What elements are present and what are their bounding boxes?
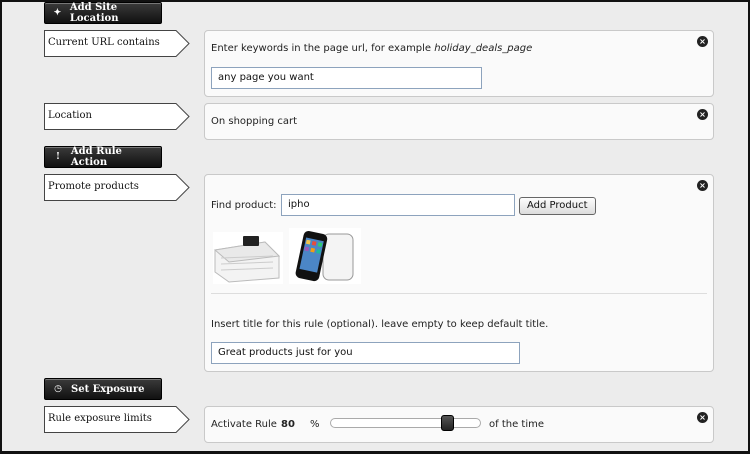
section-title: Add Rule Action: [70, 146, 122, 168]
rule-title-input[interactable]: Great products just for you: [211, 342, 520, 364]
promote-rule-panel: × Find product: ipho Add Product Insert …: [204, 174, 714, 372]
exposure-percent-value: 80: [281, 419, 295, 430]
section-header-exposure: ◷ Set Exposure: [44, 378, 162, 400]
section-header-rule-action: ! Add Rule Action: [44, 146, 162, 168]
product-search-input[interactable]: ipho: [281, 194, 515, 216]
close-icon[interactable]: ×: [697, 109, 708, 120]
clock-icon: ◷: [54, 384, 62, 394]
close-icon[interactable]: ×: [697, 180, 708, 191]
add-product-button[interactable]: Add Product: [519, 197, 596, 215]
exposure-suffix: of the time: [489, 419, 544, 430]
find-product-label: Find product:: [211, 200, 277, 211]
location-value[interactable]: On shopping cart: [211, 116, 297, 127]
section-title: Set Exposure: [71, 383, 145, 395]
exposure-rule-panel: × Activate Rule 80 % of the time: [204, 406, 714, 443]
pin-icon: ✦: [53, 8, 62, 18]
activate-rule-label: Activate Rule: [211, 419, 277, 430]
url-rule-panel: × Enter keywords in the page url, for ex…: [204, 30, 714, 97]
close-icon[interactable]: ×: [697, 36, 708, 47]
url-hint: Enter keywords in the page url, for exam…: [211, 43, 533, 54]
title-hint: Insert title for this rule (optional). l…: [211, 319, 549, 330]
exposure-slider[interactable]: [330, 415, 481, 431]
divider: [211, 293, 707, 294]
close-icon[interactable]: ×: [697, 412, 708, 423]
iphone-image[interactable]: [289, 228, 361, 287]
slider-handle[interactable]: [441, 415, 454, 431]
section-header-site-location: ✦ Add Site Location: [44, 2, 162, 24]
speaker-dock-image[interactable]: [213, 228, 283, 287]
section-title: Add Site Location: [69, 2, 119, 24]
location-rule-panel: × On shopping cart: [204, 103, 714, 140]
exclamation-icon: !: [55, 152, 60, 162]
percent-sign: %: [310, 419, 320, 430]
url-keyword-input[interactable]: any page you want: [211, 67, 482, 89]
